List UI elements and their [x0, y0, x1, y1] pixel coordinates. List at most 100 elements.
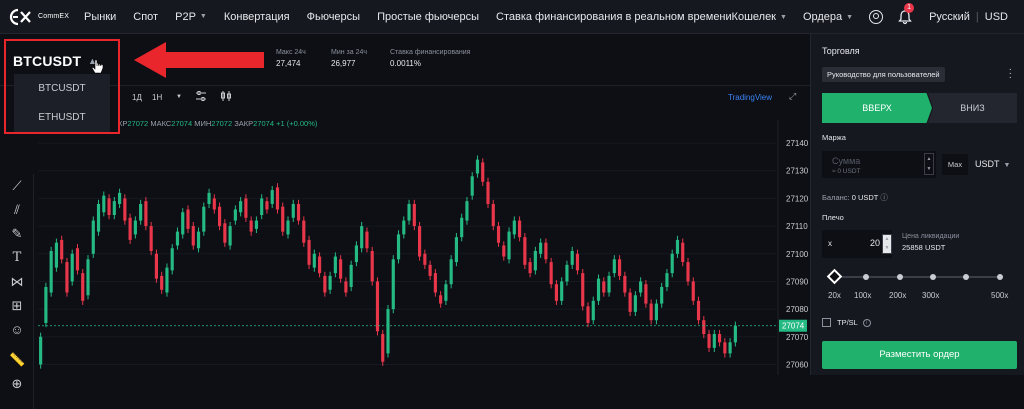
candle-body — [596, 278, 601, 301]
zoom-in-icon[interactable]: ⊕ — [9, 376, 25, 392]
chevron-down-icon: ▼ — [199, 13, 207, 20]
tpsl-checkbox[interactable] — [822, 318, 831, 327]
nav-futures[interactable]: Фьючерсы — [307, 11, 360, 23]
leverage-stepper[interactable]: ▲ ▼ — [882, 234, 892, 254]
candle-body — [439, 295, 443, 304]
fib-tool-icon[interactable]: ⫽ — [9, 202, 25, 218]
candle-body — [533, 251, 537, 271]
nav-markets[interactable]: Рынки — [84, 11, 116, 23]
trade-panel-title: Торговля — [822, 46, 860, 56]
language-selector[interactable]: Русский — [929, 11, 970, 23]
notifications-bell[interactable]: 1 — [897, 3, 914, 25]
candle-body — [196, 231, 201, 249]
leverage-label: Плечо — [822, 213, 844, 222]
candle-body — [386, 309, 390, 354]
nav-spot[interactable]: Спот — [133, 11, 158, 23]
candle-body — [296, 203, 301, 221]
prediction-tool-icon[interactable]: ⊞ — [9, 298, 25, 314]
more-options-icon[interactable]: · · · — [1009, 65, 1012, 83]
margin-label: Маржа — [822, 133, 846, 142]
emoji-icon[interactable]: ☺ — [9, 322, 25, 338]
nav-convert[interactable]: Конвертация — [224, 11, 290, 23]
candle-body — [660, 286, 664, 304]
slider-stop[interactable] — [963, 274, 969, 280]
orders-label: Ордера — [802, 11, 843, 23]
brush-icon[interactable]: ✎ — [9, 226, 25, 242]
y-tick-label: 27080 — [786, 305, 809, 314]
candle-body — [191, 226, 195, 246]
notification-count-badge: 1 — [904, 3, 914, 13]
user-account-icon[interactable] — [869, 10, 884, 24]
place-order-button[interactable]: Разместить ордер — [822, 341, 1017, 369]
candle-body — [254, 220, 258, 229]
pattern-tool-icon[interactable]: ⋈ — [9, 274, 25, 290]
nav-simple-futures[interactable]: Простые фьючерсы — [377, 11, 479, 23]
candle-body — [112, 201, 116, 216]
tpsl-toggle[interactable]: TP/SL i — [822, 318, 871, 327]
candle-body — [407, 203, 411, 221]
candle-body — [612, 259, 616, 274]
candle-body — [460, 217, 464, 238]
candle-body — [602, 281, 606, 293]
nav-p2p-label: P2P — [175, 10, 196, 23]
candlestick-chart[interactable]: 27140 27130 27120 27110 27100 27090 27080 27070… — [0, 34, 810, 375]
orders-menu[interactable]: Ордера ▼ — [803, 11, 853, 23]
liq-value: 25858 USDT — [902, 243, 946, 252]
candle-body — [70, 253, 74, 282]
leverage-prefix: x — [828, 239, 832, 248]
candle-body — [49, 251, 53, 293]
candle-body — [381, 334, 385, 362]
candle-body — [181, 212, 185, 235]
tab-down[interactable]: ВНИЗ — [928, 93, 1017, 123]
margin-currency-selector[interactable]: USDT ▼ — [975, 159, 1010, 169]
slider-stop[interactable] — [930, 274, 936, 280]
divider: | — [975, 11, 979, 23]
slider-stop[interactable] — [997, 274, 1003, 280]
slider-stop[interactable] — [897, 274, 903, 280]
candle-body — [681, 242, 685, 263]
trend-line-icon[interactable]: ⟋ — [9, 178, 25, 194]
brand-logo[interactable]: CommEX — [6, 7, 84, 27]
dropdown-item-btcusdt[interactable]: BTCUSDT — [14, 74, 110, 103]
brand-name: CommEX — [38, 13, 70, 20]
chevron-down-icon: ▼ — [1003, 162, 1011, 169]
margin-amount-input[interactable]: Сумма ≈ 0 USDT ▲ ▼ — [822, 151, 936, 178]
candle-body — [75, 248, 80, 271]
candle-body — [518, 220, 522, 238]
candle-body — [418, 226, 422, 257]
candle-body — [39, 336, 43, 365]
wallet-menu[interactable]: Кошелек ▼ — [732, 11, 787, 23]
candle-body — [349, 264, 353, 287]
nav-p2p[interactable]: P2P ▼ — [175, 11, 207, 23]
top-right-actions: Кошелек ▼ Ордера ▼ 1 Русский | USD — [732, 0, 1024, 34]
text-tool-icon[interactable]: T — [9, 250, 25, 266]
candle-body — [686, 262, 690, 282]
y-tick-label: 27090 — [786, 277, 809, 286]
candle-body — [370, 251, 374, 282]
amount-stepper[interactable]: ▲ ▼ — [924, 153, 934, 175]
leverage-input[interactable]: x 20 ▲ ▼ — [822, 230, 892, 258]
ruler-icon[interactable]: 📏 — [9, 352, 25, 368]
slider-stop[interactable] — [863, 274, 869, 280]
currency-selector[interactable]: USD — [985, 11, 1008, 23]
info-icon: ⓘ — [880, 193, 888, 202]
y-tick-label: 27140 — [786, 139, 809, 148]
candle-body — [649, 303, 653, 321]
top-navigation-bar: CommEX Рынки Спот P2P ▼ Конвертация Фьюче… — [0, 0, 1024, 34]
candle-body — [544, 242, 548, 260]
max-button[interactable]: Max — [942, 154, 968, 175]
amount-approx: ≈ 0 USDT — [832, 168, 861, 175]
amount-placeholder: Сумма — [832, 156, 861, 166]
tick-label: 300x — [922, 291, 940, 300]
tab-up[interactable]: ВВЕРХ — [822, 93, 932, 123]
candle-body — [375, 281, 380, 332]
dropdown-item-ethusdt[interactable]: ETHUSDT — [14, 103, 110, 132]
candle-body — [233, 209, 237, 221]
candle-body — [128, 217, 132, 240]
slider-handle[interactable] — [826, 268, 843, 285]
user-guide-button[interactable]: Руководство для пользователей — [822, 67, 945, 82]
y-tick-label: 27120 — [786, 194, 809, 203]
nav-funding-rate[interactable]: Ставка финансирования в реальном времени — [496, 11, 732, 23]
candle-body — [560, 281, 564, 301]
leverage-slider[interactable] — [826, 268, 1003, 285]
